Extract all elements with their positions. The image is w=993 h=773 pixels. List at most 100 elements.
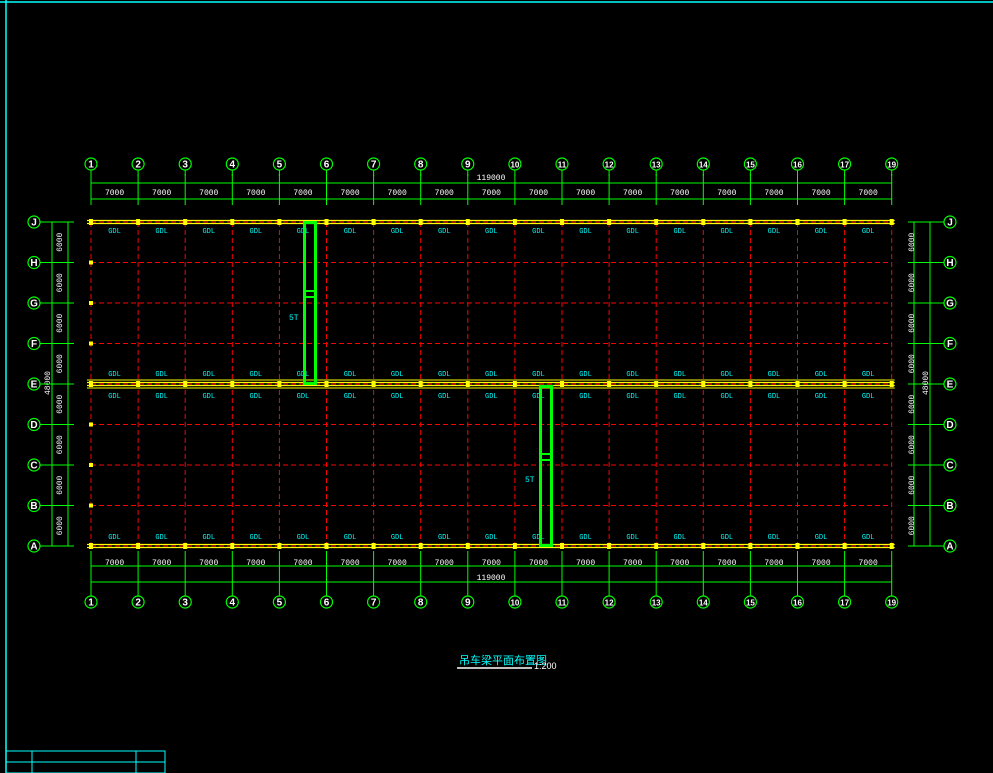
axis-top-1-label: 1 (88, 160, 94, 171)
dim-top-bay: 7000 (246, 189, 265, 198)
axis-top-2-label: 2 (135, 160, 141, 171)
dim-top-bay: 7000 (482, 189, 501, 198)
axis-bottom-15-label: 15 (746, 599, 755, 608)
crane-rail-left (539, 386, 542, 546)
column-marker-J-19 (889, 219, 894, 225)
beam-label-gdl: GDL (862, 228, 875, 236)
column-marker-E-1 (89, 381, 93, 387)
beam-label-gdl: GDL (155, 371, 168, 379)
column-marker-D-1 (89, 422, 93, 427)
dim-top-bay: 7000 (529, 189, 548, 198)
axis-bottom-1-label: 1 (88, 598, 94, 609)
dim-bottom-bay: 7000 (859, 559, 878, 568)
crane-end-top (303, 221, 317, 224)
dim-top-bay: 7000 (340, 189, 359, 198)
column-marker-J-12 (607, 219, 612, 225)
dim-bottom-bay: 7000 (388, 559, 407, 568)
dim-top-bay: 7000 (105, 189, 124, 198)
column-marker-A-17 (842, 543, 847, 549)
beam-label-gdl: GDL (391, 371, 404, 379)
axis-bottom-14-label: 14 (699, 599, 708, 608)
column-marker-A-9 (465, 543, 470, 549)
beam-label-gdl: GDL (485, 534, 498, 542)
axis-left-F-label: F (31, 339, 37, 350)
axis-bottom-4-label: 4 (230, 598, 236, 609)
axis-right-B-label: B (946, 501, 953, 512)
title-block (5, 750, 166, 773)
axis-left-G-label: G (30, 299, 38, 310)
beam-label-gdl: GDL (438, 228, 451, 236)
dim-top-bay: 7000 (435, 189, 454, 198)
column-marker-A-16 (795, 543, 800, 549)
column-marker-A-12 (607, 543, 612, 549)
dim-top-bay: 7000 (717, 189, 736, 198)
column-marker-H-1 (89, 260, 93, 265)
column-marker-A-19 (889, 543, 894, 549)
column-marker-A-1 (89, 543, 93, 549)
beam-label-gdl: GDL (391, 228, 404, 236)
dim-bottom-bay: 7000 (576, 559, 595, 568)
column-marker-E-5 (277, 381, 282, 387)
column-marker-J-9 (465, 219, 470, 225)
beam-label-gdl: GDL (391, 393, 404, 401)
dim-bottom-bay: 7000 (717, 559, 736, 568)
dim-top-overall: 119000 (477, 174, 506, 183)
column-marker-E-15 (748, 381, 753, 387)
column-marker-E-3 (183, 381, 188, 387)
column-marker-J-10 (512, 219, 517, 225)
dim-top-bay: 7000 (388, 189, 407, 198)
beam-label-gdl: GDL (579, 228, 592, 236)
axis-bottom-13-label: 13 (652, 599, 661, 608)
dim-right-span: 6000 (908, 475, 917, 494)
axis-top-10-label: 10 (510, 161, 519, 170)
dim-top-bay: 7000 (764, 189, 783, 198)
axis-top-12-label: 12 (605, 161, 614, 170)
beam-label-gdl: GDL (532, 228, 545, 236)
dim-bottom-bay: 7000 (340, 559, 359, 568)
column-marker-G-1 (89, 301, 93, 305)
column-marker-A-3 (183, 543, 188, 549)
crane-trolley (304, 290, 316, 298)
crane-rail-right (314, 222, 317, 384)
beam-label-gdl: GDL (344, 371, 357, 379)
dim-bottom-bay: 7000 (811, 559, 830, 568)
column-marker-J-14 (701, 219, 706, 225)
dim-left-overall: 48000 (44, 371, 53, 395)
beam-label-gdl: GDL (721, 534, 734, 542)
axis-top-15-label: 15 (746, 161, 755, 170)
column-marker-A-4 (230, 543, 235, 549)
beam-label-gdl: GDL (391, 534, 404, 542)
beam-label-gdl: GDL (579, 371, 592, 379)
dim-top-bay: 7000 (152, 189, 171, 198)
dim-right-span: 6000 (908, 313, 917, 332)
crane-capacity-label: 5T (525, 476, 535, 485)
axis-right-C-label: C (946, 461, 953, 472)
dim-top-bay: 7000 (199, 189, 218, 198)
dim-right-span: 6000 (908, 273, 917, 292)
axis-right-G-label: G (946, 299, 954, 310)
beam-label-gdl: GDL (297, 534, 310, 542)
dim-right-span: 6000 (908, 394, 917, 413)
beam-label-gdl: GDL (155, 228, 168, 236)
beam-label-gdl: GDL (626, 393, 639, 401)
dim-bottom-bay: 7000 (623, 559, 642, 568)
axis-top-19-label: 19 (887, 161, 896, 170)
axis-bottom-2-label: 2 (135, 598, 141, 609)
beam-label-gdl: GDL (673, 228, 686, 236)
axis-left-C-label: C (30, 461, 37, 472)
axis-top-17-label: 17 (840, 161, 849, 170)
column-marker-A-13 (654, 543, 659, 549)
beam-label-gdl: GDL (250, 534, 263, 542)
column-marker-E-9 (465, 381, 470, 387)
dim-top-bay: 7000 (293, 189, 312, 198)
column-marker-E-10 (512, 381, 517, 387)
column-marker-J-17 (842, 219, 847, 225)
beam-label-gdl: GDL (485, 371, 498, 379)
axis-right-A-label: A (946, 542, 953, 553)
beam-label-gdl: GDL (297, 228, 310, 236)
crane-beam-plan: GDL GDL GDL GDL GDL GDL GDL GDL GDL GDL GDL GDL GDL G… (0, 0, 993, 773)
axis-top-7-label: 7 (371, 160, 377, 171)
axis-top-14-label: 14 (699, 161, 708, 170)
beam-label-gdl: GDL (815, 371, 828, 379)
beam-label-gdl: GDL (532, 534, 545, 542)
